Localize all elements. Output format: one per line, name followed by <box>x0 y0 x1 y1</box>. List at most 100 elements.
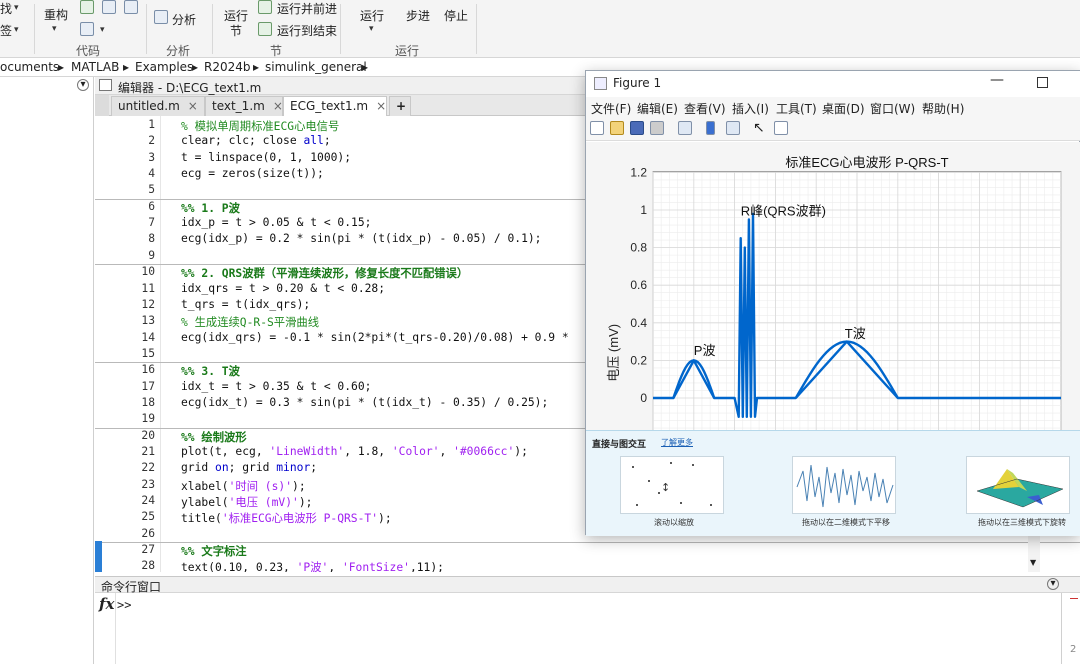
code-line[interactable]: % 模拟单周期标准ECG心电信号 <box>181 118 339 134</box>
command-window[interactable]: fx >> <box>95 593 1080 664</box>
code-line[interactable]: %% 1. P波 <box>181 200 240 216</box>
fx-icon[interactable]: fx <box>99 595 114 613</box>
link-plot-icon[interactable] <box>678 121 692 135</box>
menu-edit[interactable]: 编辑(E) <box>637 100 678 117</box>
tab-ecg-text1[interactable]: ECG_text1.m × <box>283 96 387 117</box>
legend-icon[interactable] <box>726 121 740 135</box>
code-line[interactable]: % 生成连续Q-R-S平滑曲线 <box>181 314 319 330</box>
open-folder-icon[interactable] <box>610 121 624 135</box>
bookmark-button[interactable]: 签 <box>0 22 12 39</box>
line-number: 14 <box>141 330 155 344</box>
y-axis-label: 电压 (mV) <box>606 324 621 382</box>
code-line[interactable]: idx_qrs = t > 0.20 & t < 0.28; <box>181 282 385 295</box>
code-line[interactable]: xlabel('时间 (s)'); <box>181 478 306 494</box>
panel-menu-icon[interactable]: ▾ <box>77 79 89 91</box>
pan-tip-thumbnail <box>792 456 896 514</box>
code-line[interactable]: %% 文字标注 <box>181 543 247 559</box>
figure-menubar: 文件(F) 编辑(E) 查看(V) 插入(I) 工具(T) 桌面(D) 窗口(W… <box>586 97 1080 117</box>
code-line[interactable]: ecg = zeros(size(t)); <box>181 167 324 180</box>
code-line[interactable]: ylabel('电压 (mV)'); <box>181 494 312 510</box>
code-line[interactable]: t = linspace(0, 1, 1000); <box>181 151 351 164</box>
panel-menu-icon[interactable]: ▾ <box>1047 578 1059 590</box>
code-line[interactable]: ecg(idx_t) = 0.3 * sin(pi * (t(idx_t) - … <box>181 396 548 409</box>
code-line[interactable]: t_qrs = t(idx_qrs); <box>181 298 310 311</box>
step-button[interactable]: 步进 <box>406 7 430 24</box>
interaction-tips-panel: 直接与图交互 了解更多 ↕ 滚动以缩放 拖动以在二维模式下平移 拖动以在三维模式… <box>586 430 1080 536</box>
run-to-end-icon[interactable] <box>258 22 272 36</box>
breadcrumb-item[interactable]: R2024b <box>204 60 251 74</box>
analyze-icon[interactable] <box>154 10 168 24</box>
add-tab-button[interactable]: + <box>389 96 411 116</box>
breadcrumb-item[interactable]: simulink_general <box>265 60 367 74</box>
current-section-marker <box>95 541 102 572</box>
learn-more-link[interactable]: 了解更多 <box>661 437 693 448</box>
breadcrumb-item[interactable]: ocuments <box>0 60 59 74</box>
tab-text1[interactable]: text_1.m × <box>205 96 283 116</box>
find-button[interactable]: 找 <box>0 0 12 17</box>
code-line[interactable]: idx_p = t > 0.05 & t < 0.15; <box>181 216 371 229</box>
menu-insert[interactable]: 插入(I) <box>732 100 769 117</box>
tab-untitled[interactable]: untitled.m × <box>111 96 205 116</box>
refactor-button[interactable]: 重构 <box>44 6 68 23</box>
code-line[interactable]: clear; clc; close all; <box>181 134 331 147</box>
close-icon[interactable]: × <box>188 99 198 113</box>
tab-label: ECG_text1.m <box>290 99 369 113</box>
close-icon[interactable]: × <box>376 99 386 113</box>
line-number: 9 <box>148 248 155 262</box>
line-number: 28 <box>141 559 155 572</box>
run-button[interactable]: 运行 <box>360 7 384 24</box>
current-folder-panel[interactable]: ▾ <box>0 77 94 664</box>
run-to-end-button[interactable]: 运行到结束 <box>277 22 337 39</box>
breadcrumb-item[interactable]: MATLAB <box>71 60 119 74</box>
code-line[interactable]: ecg(idx_qrs) = -0.1 * sin(2*pi*(t_qrs-0.… <box>181 331 569 344</box>
y-tick-label: 0.8 <box>630 241 647 255</box>
new-file-icon[interactable] <box>590 121 604 135</box>
run-and-advance-button[interactable]: 运行并前进 <box>277 0 337 17</box>
comment-icon[interactable] <box>102 0 116 14</box>
code-line[interactable]: idx_t = t > 0.35 & t < 0.60; <box>181 380 371 393</box>
tab-label: text_1.m <box>212 99 265 113</box>
menu-file[interactable]: 文件(F) <box>591 100 631 117</box>
colorbar-icon[interactable] <box>706 121 715 135</box>
section-icon[interactable] <box>80 0 94 14</box>
command-prompt: >> <box>117 598 132 612</box>
figure-titlebar[interactable]: Figure 1 — <box>586 71 1080 97</box>
print-icon[interactable] <box>650 121 664 135</box>
line-number: 6 <box>148 199 155 213</box>
menu-help[interactable]: 帮助(H) <box>922 100 964 117</box>
chevron-down-icon: ▾ <box>14 25 19 35</box>
code-line[interactable]: %% 2. QRS波群（平滑连续波形，修复长度不匹配错误） <box>181 265 468 281</box>
menu-desktop[interactable]: 桌面(D) <box>822 100 865 117</box>
analyze-button[interactable]: 分析 <box>172 11 196 28</box>
zoom-tip-thumbnail: ↕ <box>620 456 724 514</box>
code-line[interactable]: %% 3. T波 <box>181 363 240 379</box>
menu-view[interactable]: 查看(V) <box>684 100 726 117</box>
stop-button[interactable]: 停止 <box>444 7 468 24</box>
close-icon[interactable]: × <box>273 99 283 113</box>
figure-window[interactable]: Figure 1 — 文件(F) 编辑(E) 查看(V) 插入(I) 工具(T)… <box>585 70 1080 536</box>
property-inspector-icon[interactable] <box>774 121 788 135</box>
code-line[interactable]: title('标准ECG心电波形 P-QRS-T'); <box>181 510 392 526</box>
pointer-icon[interactable]: ↖ <box>753 120 765 136</box>
line-number: 11 <box>141 281 155 295</box>
menu-window[interactable]: 窗口(W) <box>870 100 915 117</box>
maximize-button[interactable] <box>1037 77 1048 88</box>
code-line[interactable]: plot(t, ecg, 'LineWidth', 1.8, 'Color', … <box>181 445 528 458</box>
axes-area[interactable]: 1.2 1 0.8 0.6 0.4 0.2 0 标准ECG心电波形 P-QRS-T 电压 (mV… <box>586 142 1080 430</box>
figure-toolbar: ↖ <box>586 117 1080 141</box>
code-line[interactable]: text(0.10, 0.23, 'P波', 'FontSize',11); <box>181 559 444 572</box>
run-advance-icon[interactable] <box>258 0 272 14</box>
indent-icon[interactable] <box>124 0 138 14</box>
code-line[interactable]: grid on; grid minor; <box>181 461 317 474</box>
save-icon[interactable] <box>630 121 644 135</box>
menu-tools[interactable]: 工具(T) <box>776 100 817 117</box>
code-line[interactable]: %% 绘制波形 <box>181 429 247 445</box>
code-line[interactable]: ecg(idx_p) = 0.2 * sin(pi * (t(idx_p) - … <box>181 232 541 245</box>
minimize-button[interactable]: — <box>990 72 1004 88</box>
run-section-label: 节 <box>230 24 243 38</box>
ecg-plot[interactable]: 1.2 1 0.8 0.6 0.4 0.2 0 标准ECG心电波形 P-QRS-T 电压 (mV… <box>586 142 1080 430</box>
group-label-analysis: 分析 <box>166 44 191 58</box>
function-icon[interactable] <box>80 22 94 36</box>
chevron-down-icon[interactable]: ▾ <box>369 24 374 34</box>
breadcrumb-item[interactable]: Examples <box>135 60 193 74</box>
